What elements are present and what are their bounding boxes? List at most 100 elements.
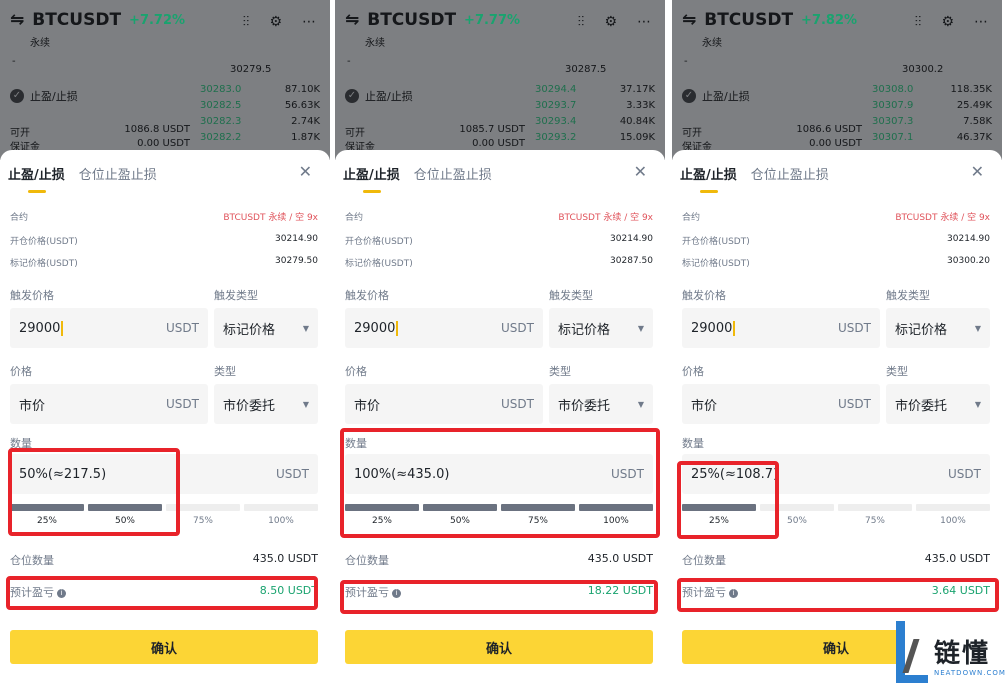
order-book-row[interactable]: 30294.4 37.17K [535, 82, 655, 98]
dash-label: - [684, 56, 688, 67]
swap-icon[interactable]: ⇋ [345, 10, 359, 30]
close-icon[interactable]: ✕ [971, 162, 984, 181]
order-book-row[interactable]: 30293.4 40.84K [535, 114, 655, 130]
settings-icon[interactable]: ⚙ [269, 14, 282, 30]
price-label: 价格 [682, 365, 704, 378]
swap-icon[interactable]: ⇋ [10, 10, 24, 30]
trigger-type-select[interactable]: 标记价格 ▼ [214, 308, 318, 348]
trigger-price-input[interactable]: 29000 USDT [345, 308, 543, 348]
slider-segment[interactable]: 100% [244, 504, 318, 526]
order-book-row[interactable]: 30293.2 15.09K [535, 130, 655, 146]
symbol-header[interactable]: ⇋ BTCUSDT +7.82% [682, 10, 857, 30]
tab-position-tpsl[interactable]: 仓位止盈止损 [79, 164, 157, 183]
settings-icon[interactable]: ⚙ [604, 14, 617, 30]
caret-down-icon: ▼ [974, 399, 981, 409]
slider-segment[interactable]: 100% [916, 504, 990, 526]
order-type-select[interactable]: 市价委托 ▼ [214, 384, 318, 424]
order-book-size: 2.74K [291, 116, 320, 127]
order-book-row[interactable]: 30307.1 46.37K [872, 130, 992, 146]
position-qty-value: 435.0 USDT [924, 552, 990, 565]
price-input[interactable]: 市价 USDT [682, 384, 880, 424]
perpetual-label: 永续 [365, 38, 385, 49]
order-book-row[interactable]: 30308.0 118.35K [872, 82, 992, 98]
order-type-select[interactable]: 市价委托 ▼ [549, 384, 653, 424]
price-input[interactable]: 市价 USDT [345, 384, 543, 424]
order-type-select[interactable]: 市价委托 ▼ [886, 384, 990, 424]
entry-price-label: 开仓价格(USDT) [682, 237, 750, 247]
settings-icon[interactable]: ⚙ [941, 14, 954, 30]
order-book-row[interactable]: 30293.7 3.33K [535, 98, 655, 114]
order-book-row[interactable]: 30307.9 25.49K [872, 98, 992, 114]
trigger-price-label: 触发价格 [10, 289, 54, 302]
price-label: 价格 [10, 365, 32, 378]
logo-text: 链懂 [934, 639, 991, 669]
candlestick-icon[interactable]: ⫶⫶ [242, 14, 249, 30]
more-icon[interactable]: ⋯ [974, 14, 988, 30]
price-change: +7.72% [129, 12, 186, 28]
symbol-header[interactable]: ⇋ BTCUSDT +7.72% [10, 10, 185, 30]
highlight-box-quantity [8, 448, 180, 536]
mark-price-value: 30279.50 [275, 256, 318, 266]
trigger-type-value: 标记价格 [895, 322, 948, 338]
tpsl-checkbox-label: 止盈/止损 [365, 90, 413, 103]
price-value: 市价 [354, 398, 381, 414]
tab-tpsl[interactable]: 止盈/止损 [343, 164, 400, 193]
order-book-size: 56.63K [284, 100, 320, 111]
symbol-header[interactable]: ⇋ BTCUSDT +7.77% [345, 10, 520, 30]
more-icon[interactable]: ⋯ [302, 14, 316, 30]
order-book-row[interactable]: 30282.3 2.74K [200, 114, 320, 130]
quantity-unit: USDT [948, 467, 981, 481]
mark-price-label: 标记价格(USDT) [345, 259, 413, 269]
order-book-size: 87.10K [284, 84, 320, 95]
tab-position-tpsl[interactable]: 仓位止盈止损 [414, 164, 492, 183]
price-input[interactable]: 市价 USDT [10, 384, 208, 424]
trigger-type-select[interactable]: 标记价格 ▼ [886, 308, 990, 348]
close-icon[interactable]: ✕ [634, 162, 647, 181]
order-book-row[interactable]: 30283.0 87.10K [200, 82, 320, 98]
candlestick-icon[interactable]: ⫶⫶ [577, 14, 584, 30]
close-icon[interactable]: ✕ [299, 162, 312, 181]
watermark-logo: 链懂 NEATDOWN.COM [896, 621, 1006, 687]
tpsl-checkbox[interactable]: ✓ 止盈/止损 [10, 88, 78, 104]
trigger-price-input[interactable]: 29000 USDT [10, 308, 208, 348]
order-book-price: 30307.1 [872, 132, 914, 143]
confirm-button[interactable]: 确认 [345, 630, 653, 664]
swap-icon[interactable]: ⇋ [682, 10, 696, 30]
position-qty-label: 仓位数量 [345, 554, 389, 567]
order-book-size: 118.35K [950, 84, 992, 95]
contract-row: 合约 BTCUSDT 永续 / 空 9x [10, 210, 318, 223]
logo-mark [896, 621, 905, 683]
available-value: 1086.6 USDT [796, 124, 862, 135]
order-book-row[interactable]: 30282.5 56.63K [200, 98, 320, 114]
slider-bar [838, 504, 912, 511]
tpsl-checkbox[interactable]: ✓ 止盈/止损 [345, 88, 413, 104]
tpsl-checkbox[interactable]: ✓ 止盈/止损 [682, 88, 750, 104]
mark-price-row: 标记价格(USDT) 30300.20 [682, 256, 990, 269]
order-book-size: 3.33K [626, 100, 655, 111]
position-qty-row: 仓位数量 435.0 USDT [682, 552, 990, 568]
tpsl-checkbox-label: 止盈/止损 [30, 90, 78, 103]
tab-tpsl[interactable]: 止盈/止损 [680, 164, 737, 193]
symbol-name: BTCUSDT [367, 10, 457, 30]
order-book-row[interactable]: 30307.3 7.58K [872, 114, 992, 130]
tab-position-tpsl[interactable]: 仓位止盈止损 [751, 164, 829, 183]
caret-down-icon: ▼ [637, 323, 644, 333]
symbol-name: BTCUSDT [704, 10, 794, 30]
more-icon[interactable]: ⋯ [637, 14, 651, 30]
entry-price-row: 开仓价格(USDT) 30214.90 [682, 234, 990, 247]
trigger-price-input[interactable]: 29000 USDT [682, 308, 880, 348]
trigger-type-select[interactable]: 标记价格 ▼ [549, 308, 653, 348]
slider-segment[interactable]: 75% [838, 504, 912, 526]
caret-down-icon: ▼ [637, 399, 644, 409]
check-icon: ✓ [682, 89, 696, 103]
order-book-row[interactable]: 30282.2 1.87K [200, 130, 320, 146]
tab-tpsl[interactable]: 止盈/止损 [8, 164, 65, 193]
order-type-label: 类型 [214, 365, 236, 378]
order-book-size: 37.17K [619, 84, 655, 95]
confirm-button[interactable]: 确认 [10, 630, 318, 664]
slider-tick-label: 75% [864, 516, 885, 526]
price-change: +7.82% [801, 12, 858, 28]
candlestick-icon[interactable]: ⫶⫶ [914, 14, 921, 30]
header-icons: ⫶⫶ ⚙ ⋯ [242, 14, 316, 30]
logo-subtext: NEATDOWN.COM [934, 669, 1006, 677]
